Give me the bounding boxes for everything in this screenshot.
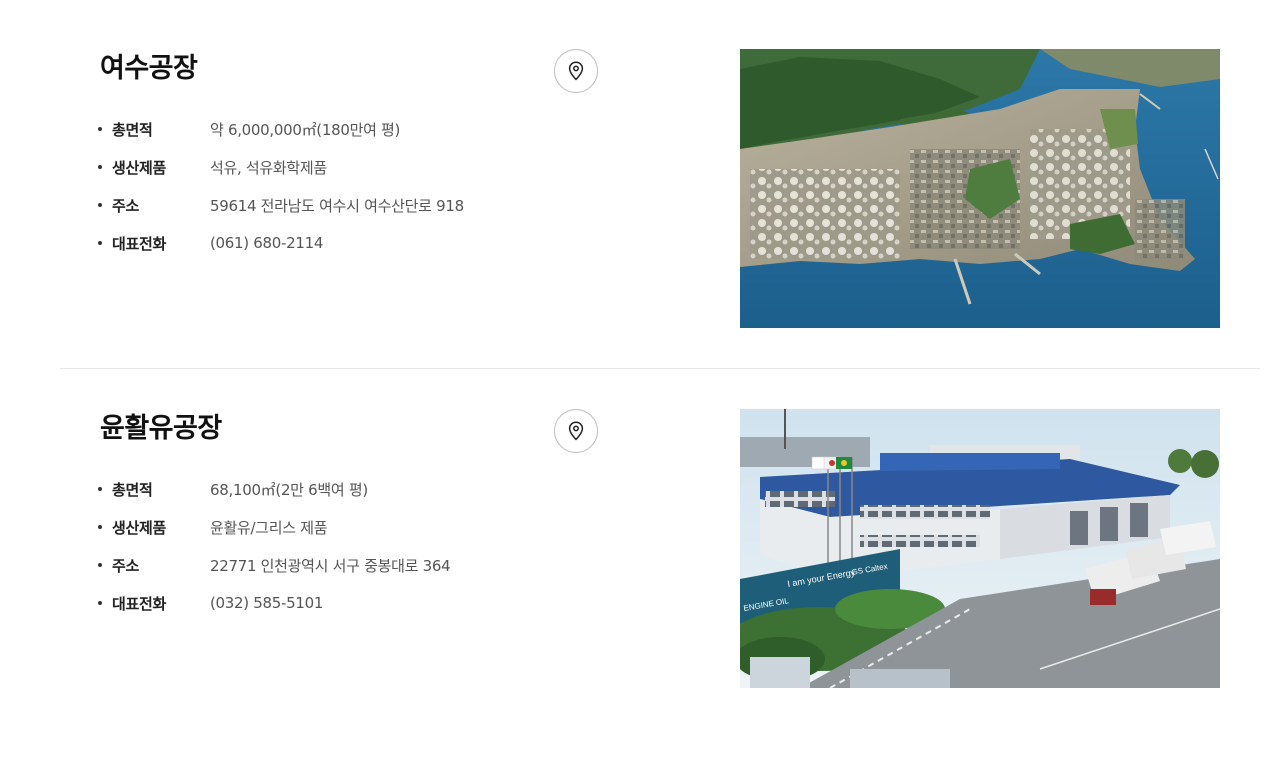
info-value: 석유, 석유화학제품 — [210, 158, 327, 177]
plant-section-lubricant: 윤활유공장 총면적 68,100㎡(2만 6백여 평) 생산제품 윤활유/그리스 제… — [0, 400, 1277, 700]
lubricant-plant-photo: ENGINE OIL I am your Energy GS Caltex — [740, 409, 1220, 688]
map-location-button[interactable] — [554, 49, 598, 93]
info-value: (032) 585-5101 — [210, 594, 324, 612]
info-row-products: 생산제품 석유, 석유화학제품 — [98, 148, 464, 186]
bullet — [98, 601, 102, 605]
info-row-phone: 대표전화 (061) 680-2114 — [98, 224, 464, 262]
plant-title: 여수공장 — [100, 53, 198, 84]
info-row-address: 주소 22771 인천광역시 서구 중봉대로 364 — [98, 546, 451, 584]
section-divider — [60, 368, 1260, 369]
info-label: 생산제품 — [112, 158, 167, 177]
bullet — [98, 487, 102, 491]
bullet — [98, 563, 102, 567]
info-value: 윤활유/그리스 제품 — [210, 518, 328, 537]
bullet — [98, 165, 102, 169]
map-pin-icon — [568, 61, 584, 81]
plant-info-list: 총면적 약 6,000,000㎡(180만여 평) 생산제품 석유, 석유화학제품 … — [98, 110, 464, 262]
info-value: 68,100㎡(2만 6백여 평) — [210, 480, 368, 499]
plant-section-yeosu: 여수공장 총면적 약 6,000,000㎡(180만여 평) 생산제품 석유, 석유… — [0, 40, 1277, 340]
info-value: 22771 인천광역시 서구 중봉대로 364 — [210, 556, 451, 575]
info-label: 주소 — [112, 196, 140, 215]
info-value: 약 6,000,000㎡(180만여 평) — [210, 120, 401, 139]
info-row-area: 총면적 약 6,000,000㎡(180만여 평) — [98, 110, 464, 148]
info-row-area: 총면적 68,100㎡(2만 6백여 평) — [98, 470, 450, 508]
map-pin-icon — [568, 421, 584, 441]
bullet — [98, 203, 102, 207]
info-value: (061) 680-2114 — [210, 234, 324, 252]
info-row-products: 생산제품 윤활유/그리스 제품 — [98, 508, 450, 546]
info-label: 대표전화 — [112, 594, 167, 613]
plant-title: 윤활유공장 — [100, 413, 222, 444]
bullet — [98, 241, 102, 245]
info-label: 대표전화 — [112, 234, 167, 253]
info-label: 총면적 — [112, 480, 153, 499]
info-value: 59614 전라남도 여수시 여수산단로 918 — [210, 196, 464, 215]
map-location-button[interactable] — [554, 409, 598, 453]
info-label: 총면적 — [112, 120, 153, 139]
info-label: 주소 — [112, 556, 140, 575]
info-label: 생산제품 — [112, 518, 167, 537]
info-row-phone: 대표전화 (032) 585-5101 — [98, 584, 450, 622]
info-row-address: 주소 59614 전라남도 여수시 여수산단로 918 — [98, 186, 464, 224]
plant-info-list: 총면적 68,100㎡(2만 6백여 평) 생산제품 윤활유/그리스 제품 주소 22… — [98, 470, 451, 622]
bullet — [98, 127, 102, 131]
bullet — [98, 525, 102, 529]
yeosu-plant-aerial-photo — [740, 49, 1220, 328]
